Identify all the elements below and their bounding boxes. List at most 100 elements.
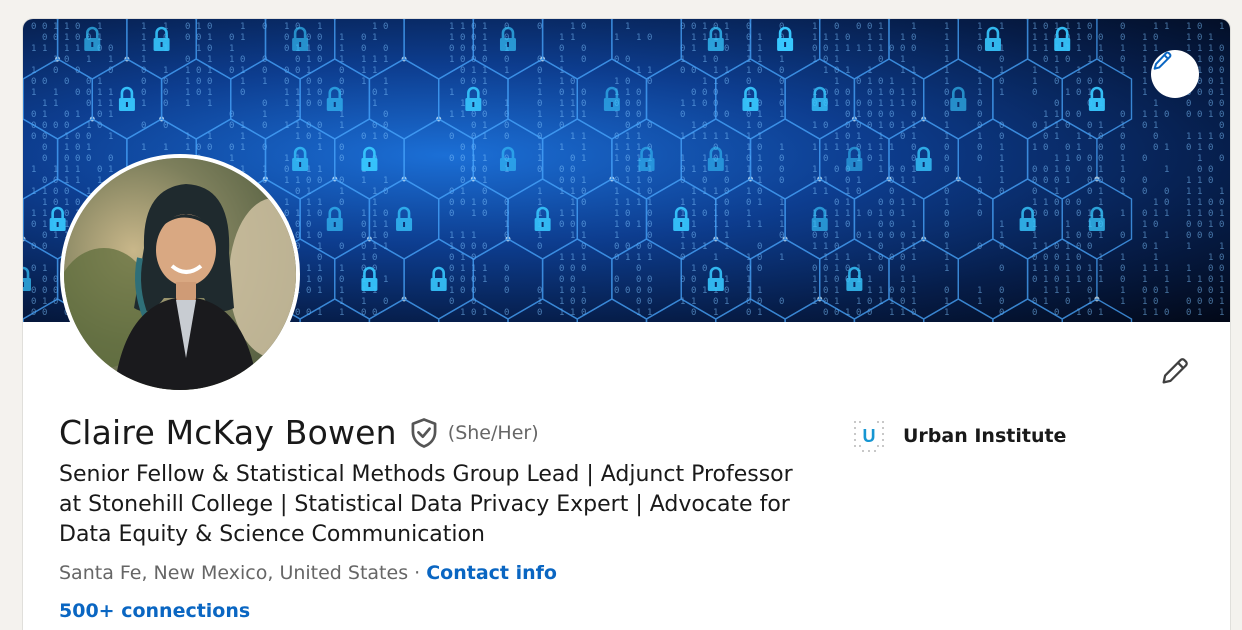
svg-text:0: 0 — [471, 308, 476, 318]
svg-text:1: 1 — [482, 308, 487, 318]
svg-text:1: 1 — [361, 77, 366, 87]
svg-text:0: 0 — [383, 297, 388, 307]
svg-text:0: 0 — [1142, 154, 1147, 164]
svg-text:0: 0 — [42, 154, 47, 164]
svg-text:1: 1 — [1142, 44, 1147, 54]
svg-text:0: 0 — [581, 99, 586, 109]
svg-text:1: 1 — [878, 33, 883, 43]
svg-text:0: 0 — [647, 297, 652, 307]
svg-text:0: 0 — [1197, 165, 1202, 175]
svg-text:1: 1 — [757, 198, 762, 208]
svg-text:1: 1 — [306, 88, 311, 98]
svg-text:0: 0 — [977, 209, 982, 219]
svg-text:0: 0 — [229, 110, 234, 120]
svg-text:1: 1 — [614, 33, 619, 43]
svg-text:0: 0 — [625, 55, 630, 65]
svg-text:1: 1 — [570, 110, 575, 120]
svg-text:1: 1 — [559, 77, 564, 87]
svg-text:1: 1 — [295, 176, 300, 186]
svg-text:0: 0 — [900, 264, 905, 274]
svg-text:1: 1 — [1076, 143, 1081, 153]
svg-text:1: 1 — [361, 55, 366, 65]
svg-text:1: 1 — [625, 198, 630, 208]
svg-text:0: 0 — [724, 176, 729, 186]
svg-text:0: 0 — [724, 209, 729, 219]
svg-text:0: 0 — [867, 88, 872, 98]
svg-text:0: 0 — [559, 275, 564, 285]
svg-text:0: 0 — [999, 77, 1004, 87]
svg-text:1: 1 — [1043, 44, 1048, 54]
svg-text:1: 1 — [504, 66, 509, 76]
svg-text:0: 0 — [1164, 187, 1169, 197]
svg-text:0: 0 — [1098, 33, 1103, 43]
svg-text:1: 1 — [1076, 132, 1081, 142]
svg-text:0: 0 — [559, 88, 564, 98]
svg-text:1: 1 — [702, 132, 707, 142]
svg-text:0: 0 — [1197, 33, 1202, 43]
svg-text:0: 0 — [504, 275, 509, 285]
location-text: Santa Fe, New Mexico, United States — [59, 562, 409, 584]
edit-banner-button[interactable] — [1151, 50, 1199, 98]
svg-text:0: 0 — [504, 286, 509, 296]
svg-text:0: 0 — [482, 110, 487, 120]
svg-text:0: 0 — [317, 33, 322, 43]
svg-text:1: 1 — [295, 132, 300, 142]
svg-text:0: 0 — [75, 154, 80, 164]
svg-text:0: 0 — [999, 297, 1004, 307]
svg-text:1: 1 — [900, 308, 905, 318]
svg-text:0: 0 — [1076, 253, 1081, 263]
svg-text:0: 0 — [581, 220, 586, 230]
svg-text:0: 0 — [262, 143, 267, 153]
svg-text:1: 1 — [339, 121, 344, 131]
svg-text:1: 1 — [834, 99, 839, 109]
svg-text:0: 0 — [339, 154, 344, 164]
svg-text:1: 1 — [306, 198, 311, 208]
svg-text:0: 0 — [570, 275, 575, 285]
svg-text:0: 0 — [64, 110, 69, 120]
svg-text:0: 0 — [1043, 132, 1048, 142]
connections-link[interactable]: 500+ connections — [59, 600, 250, 622]
svg-text:0: 0 — [647, 242, 652, 252]
svg-text:0: 0 — [713, 297, 718, 307]
svg-text:1: 1 — [207, 55, 212, 65]
svg-text:1: 1 — [361, 209, 366, 219]
svg-text:0: 0 — [284, 165, 289, 175]
svg-text:0: 0 — [1087, 77, 1092, 87]
profile-photo[interactable] — [60, 154, 300, 394]
svg-text:0: 0 — [75, 88, 80, 98]
svg-text:1: 1 — [482, 22, 487, 32]
svg-text:0: 0 — [31, 220, 36, 230]
contact-info-link[interactable]: Contact info — [426, 562, 557, 584]
svg-text:0: 0 — [1219, 121, 1224, 131]
svg-text:1: 1 — [108, 110, 113, 120]
svg-text:0: 0 — [1164, 198, 1169, 208]
svg-text:0: 0 — [878, 242, 883, 252]
svg-text:0: 0 — [900, 132, 905, 142]
svg-text:1: 1 — [779, 110, 784, 120]
svg-text:0: 0 — [1142, 286, 1147, 296]
svg-text:1: 1 — [108, 99, 113, 109]
svg-text:1: 1 — [636, 220, 641, 230]
edit-intro-button[interactable] — [1153, 349, 1197, 393]
svg-text:1: 1 — [383, 220, 388, 230]
svg-text:1: 1 — [823, 242, 828, 252]
svg-text:0: 0 — [977, 44, 982, 54]
verified-shield-icon[interactable] — [409, 417, 439, 449]
company-item[interactable]: U Urban Institute — [853, 419, 1066, 453]
svg-text:1: 1 — [614, 110, 619, 120]
svg-text:0: 0 — [97, 165, 102, 175]
svg-text:0: 0 — [53, 66, 58, 76]
svg-text:0: 0 — [460, 286, 465, 296]
svg-text:0: 0 — [449, 154, 454, 164]
svg-text:0: 0 — [1186, 110, 1191, 120]
svg-text:1: 1 — [867, 231, 872, 241]
svg-text:1: 1 — [482, 44, 487, 54]
svg-text:1: 1 — [1120, 209, 1125, 219]
profile-headline: Senior Fellow & Statistical Methods Grou… — [59, 462, 793, 547]
svg-text:0: 0 — [1153, 286, 1158, 296]
svg-text:1: 1 — [746, 209, 751, 219]
svg-text:0: 0 — [1076, 154, 1081, 164]
svg-text:1: 1 — [614, 209, 619, 219]
svg-text:0: 0 — [702, 88, 707, 98]
svg-text:1: 1 — [614, 154, 619, 164]
